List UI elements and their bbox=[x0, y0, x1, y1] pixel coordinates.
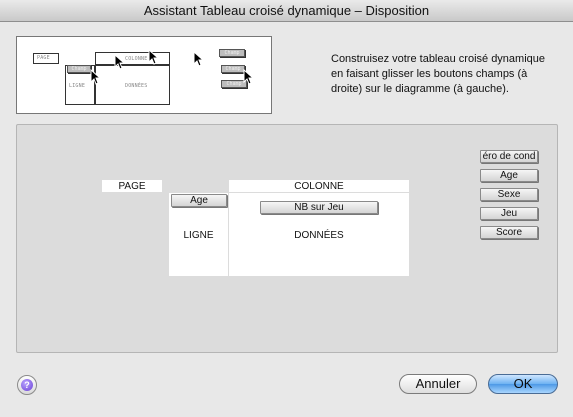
data-field-nb-sur-jeu[interactable]: NB sur Jeu bbox=[260, 201, 378, 214]
arrow-cursor-icon bbox=[243, 69, 255, 85]
arrow-cursor-icon bbox=[193, 51, 205, 67]
help-button[interactable]: ? bbox=[17, 375, 37, 395]
help-icon: ? bbox=[21, 379, 33, 391]
mini-row-chip: Champ bbox=[67, 65, 91, 73]
arrow-cursor-icon bbox=[114, 54, 126, 70]
field-button-jeu[interactable]: Jeu bbox=[480, 207, 538, 220]
ok-button[interactable]: OK bbox=[488, 374, 558, 394]
mini-page-label: PAGE bbox=[37, 55, 50, 61]
mini-column-label: COLONNE bbox=[125, 56, 148, 62]
field-button-age[interactable]: Age bbox=[480, 169, 538, 182]
pivot-table-wizard-window: Assistant Tableau croisé dynamique – Dis… bbox=[0, 0, 573, 417]
mini-row-label: LIGNE bbox=[69, 83, 86, 89]
mini-data-label: DONNÉES bbox=[125, 83, 148, 89]
row-zone-label: LIGNE bbox=[183, 230, 214, 241]
arrow-cursor-icon bbox=[148, 49, 160, 65]
column-zone-label: COLONNE bbox=[294, 181, 344, 192]
mini-field-chip-1: Champ bbox=[219, 49, 245, 57]
row-field-age[interactable]: Age bbox=[171, 194, 227, 207]
mini-field-chip-2: Champ bbox=[221, 65, 245, 73]
field-button-numero[interactable]: éro de cond bbox=[480, 150, 538, 163]
page-zone-label: PAGE bbox=[118, 181, 146, 192]
instruction-diagram: PAGE COLONNE LIGNE DONNÉES Champ Champ C… bbox=[16, 36, 272, 114]
layout-panel: PAGE COLONNE LIGNE DONNÉES Age NB sur Je… bbox=[16, 124, 558, 353]
instructions-text: Construisez votre tableau croisé dynamiq… bbox=[331, 53, 546, 95]
arrow-cursor-icon bbox=[90, 69, 102, 85]
cancel-button[interactable]: Annuler bbox=[399, 374, 477, 394]
field-button-sexe[interactable]: Sexe bbox=[480, 188, 538, 201]
data-zone-label: DONNÉES bbox=[294, 230, 344, 241]
field-button-score[interactable]: Score bbox=[480, 226, 538, 239]
window-title: Assistant Tableau croisé dynamique – Dis… bbox=[0, 0, 573, 22]
